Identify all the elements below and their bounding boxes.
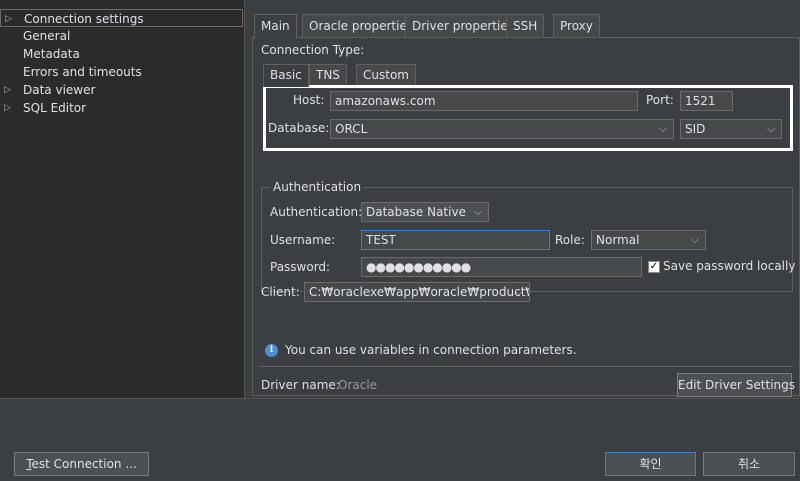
settings-tree: ▷ Connection settings General Metadata E…: [0, 0, 245, 398]
info-icon: i: [265, 344, 278, 357]
authentication-group-title: Authentication: [270, 180, 365, 194]
port-input[interactable]: 1521: [680, 91, 733, 111]
client-value: C:₩oraclexe₩app₩oracle₩product₩1: [309, 285, 530, 299]
password-label: Password:: [270, 260, 331, 274]
save-password-label[interactable]: Save password locally: [663, 259, 795, 273]
authentication-value: Database Native: [366, 205, 466, 219]
tab-proxy[interactable]: Proxy: [553, 14, 600, 38]
tree-item-label: Data viewer: [23, 83, 96, 97]
chevron-down-icon[interactable]: ⌵: [764, 120, 778, 138]
client-label: Client:: [261, 285, 300, 299]
connection-type-label: Connection Type:: [261, 43, 365, 57]
chevron-down-icon[interactable]: ⌵: [688, 231, 702, 249]
tab-ssh[interactable]: SSH: [506, 14, 545, 38]
test-connection-label: est Connection ...: [31, 457, 137, 471]
database-value: ORCL: [335, 122, 368, 136]
tree-item-data-viewer[interactable]: ▷ Data viewer: [0, 81, 243, 99]
tab-main[interactable]: Main: [254, 14, 297, 39]
tree-item-label: Metadata: [23, 47, 80, 61]
role-label: Role:: [555, 233, 585, 247]
sid-value: SID: [685, 122, 706, 136]
role-value: Normal: [596, 233, 640, 247]
subtab-tns[interactable]: TNS: [309, 64, 347, 86]
password-input[interactable]: ●●●●●●●●●●●: [361, 257, 642, 277]
tree-item-label: SQL Editor: [23, 101, 87, 115]
tree-item-label: Connection settings: [24, 12, 144, 26]
tree-item-connection-settings[interactable]: ▷ Connection settings: [0, 9, 243, 27]
tree-item-errors-and-timeouts[interactable]: Errors and timeouts: [0, 63, 243, 81]
tree-item-sql-editor[interactable]: ▷ SQL Editor: [0, 99, 243, 117]
footer-divider: [0, 398, 800, 399]
tree-item-label: General: [23, 29, 71, 43]
ok-button[interactable]: 확인: [605, 452, 696, 476]
tree-item-label: Errors and timeouts: [23, 65, 142, 79]
authentication-group: Authentication Authentication: Database …: [261, 180, 795, 292]
tree-item-metadata[interactable]: Metadata: [0, 45, 243, 63]
chevron-down-icon[interactable]: ⌵: [656, 120, 670, 138]
username-label: Username:: [270, 233, 336, 247]
database-label: Database:: [268, 121, 330, 135]
expand-arrow-icon[interactable]: ▷: [5, 10, 15, 28]
divider: [259, 366, 793, 367]
chevron-down-icon[interactable]: ⌵: [512, 283, 526, 301]
tab-oracle-properties[interactable]: Oracle properties: [302, 14, 421, 38]
username-input[interactable]: TEST: [361, 230, 550, 250]
test-connection-button[interactable]: Test Connection ...: [14, 452, 149, 476]
tab-driver-properties[interactable]: Driver properties: [405, 14, 521, 38]
host-input[interactable]: amazonaws.com: [330, 91, 638, 111]
authentication-combo[interactable]: Database Native ⌵: [361, 202, 489, 222]
subtab-custom[interactable]: Custom: [356, 64, 416, 86]
driver-name-label: Driver name:: [261, 378, 340, 392]
chevron-down-icon[interactable]: ⌵: [471, 203, 485, 221]
expand-arrow-icon[interactable]: ▷: [4, 81, 14, 99]
sid-combo[interactable]: SID ⌵: [680, 119, 782, 139]
authentication-label: Authentication:: [270, 205, 363, 219]
variables-info-text: You can use variables in connection para…: [285, 343, 577, 357]
basic-connection-form: Host: amazonaws.com Port: 1521 Database:…: [263, 85, 793, 151]
driver-name-value: Oracle: [338, 378, 378, 392]
cancel-button[interactable]: 취소: [703, 452, 795, 476]
port-label: Port:: [646, 93, 674, 107]
connection-settings-panel: Main Oracle properties Driver properties…: [252, 14, 800, 397]
expand-arrow-icon[interactable]: ▷: [4, 99, 14, 117]
host-label: Host:: [293, 93, 325, 107]
client-combo[interactable]: C:₩oraclexe₩app₩oracle₩product₩1 ⌵: [304, 282, 530, 302]
edit-driver-settings-button[interactable]: Edit Driver Settings: [677, 373, 795, 397]
main-tab-content: Connection Type: Basic TNS Custom Host: …: [252, 37, 800, 397]
main-tab-bar: Main Oracle properties Driver properties…: [252, 14, 800, 39]
tree-item-general[interactable]: General: [0, 27, 243, 45]
role-combo[interactable]: Normal ⌵: [591, 230, 706, 250]
save-password-checkbox[interactable]: ✓: [648, 261, 660, 273]
database-combo[interactable]: ORCL ⌵: [330, 119, 674, 139]
check-icon: ✓: [649, 261, 659, 272]
subtab-basic[interactable]: Basic: [263, 64, 309, 87]
